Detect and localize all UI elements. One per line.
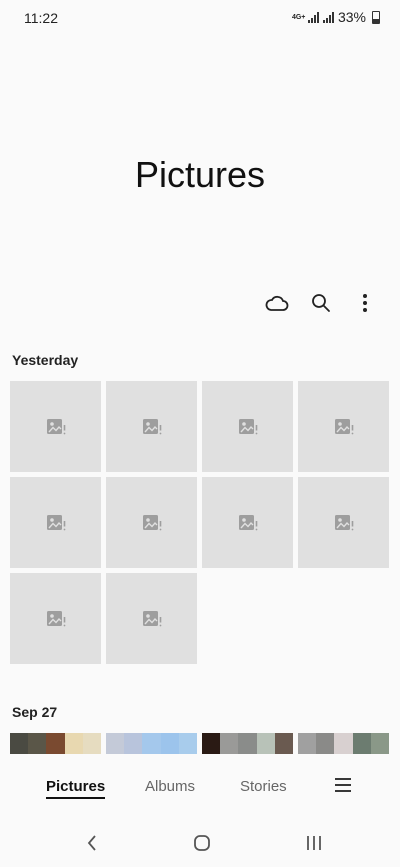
tab-stories[interactable]: Stories [240, 778, 287, 795]
image-placeholder-icon [46, 418, 65, 434]
photo-thumbnail[interactable] [10, 381, 101, 472]
search-button[interactable] [306, 290, 336, 316]
signal-icon [307, 11, 319, 23]
tab-pictures[interactable]: Pictures [46, 778, 106, 799]
image-placeholder-icon [334, 514, 353, 530]
signal-icon-secondary [322, 11, 334, 23]
more-options-button[interactable] [350, 290, 380, 316]
image-placeholder-icon [238, 514, 257, 530]
system-nav-bar [0, 820, 400, 867]
photo-thumbnail[interactable] [10, 477, 101, 568]
photo-thumbnail[interactable] [106, 733, 197, 754]
bottom-tab-bar: Pictures Albums Stories [0, 762, 400, 810]
image-placeholder-icon [142, 610, 161, 626]
image-placeholder-icon [142, 514, 161, 530]
battery-icon [372, 10, 380, 24]
photo-thumbnail[interactable] [298, 733, 389, 754]
back-icon [87, 835, 96, 851]
yesterday-thumbnail-grid [10, 381, 390, 664]
section-header-yesterday: Yesterday [12, 352, 79, 368]
more-options-icon [363, 294, 367, 312]
image-placeholder-icon [46, 514, 65, 530]
cloud-icon [265, 295, 289, 311]
menu-icon [335, 778, 351, 792]
menu-button[interactable] [334, 776, 352, 794]
photo-thumbnail[interactable] [298, 381, 389, 472]
photo-thumbnail[interactable] [106, 477, 197, 568]
photo-thumbnail[interactable] [10, 733, 101, 754]
search-icon [312, 294, 330, 312]
photo-thumbnail[interactable] [298, 477, 389, 568]
photo-thumbnail[interactable] [202, 381, 293, 472]
cloud-button[interactable] [262, 290, 292, 316]
photo-thumbnail[interactable] [202, 477, 293, 568]
image-placeholder-icon [46, 610, 65, 626]
photo-thumbnail[interactable] [202, 733, 293, 754]
page-title: Pictures [134, 154, 266, 195]
home-button[interactable] [190, 832, 214, 854]
toolbar [262, 290, 380, 316]
photo-thumbnail[interactable] [10, 573, 101, 664]
image-placeholder-icon [334, 418, 353, 434]
status-bar: 11:22 4G+ 33% [0, 0, 400, 36]
network-type-icon: 4G+ [291, 13, 306, 21]
tab-albums[interactable]: Albums [145, 778, 195, 795]
section-header-sep-27: Sep 27 [12, 704, 58, 720]
image-placeholder-icon [238, 418, 257, 434]
image-placeholder-icon [142, 418, 161, 434]
status-time: 11:22 [24, 10, 58, 26]
recents-icon [307, 836, 321, 850]
sep-27-thumbnail-row [10, 733, 390, 754]
photo-thumbnail[interactable] [106, 573, 197, 664]
recents-button[interactable] [302, 832, 326, 854]
back-button[interactable] [80, 832, 104, 854]
status-indicators: 4G+ 33% [292, 9, 380, 25]
battery-percent: 33% [337, 9, 366, 25]
home-icon [194, 835, 210, 851]
photo-thumbnail[interactable] [106, 381, 197, 472]
